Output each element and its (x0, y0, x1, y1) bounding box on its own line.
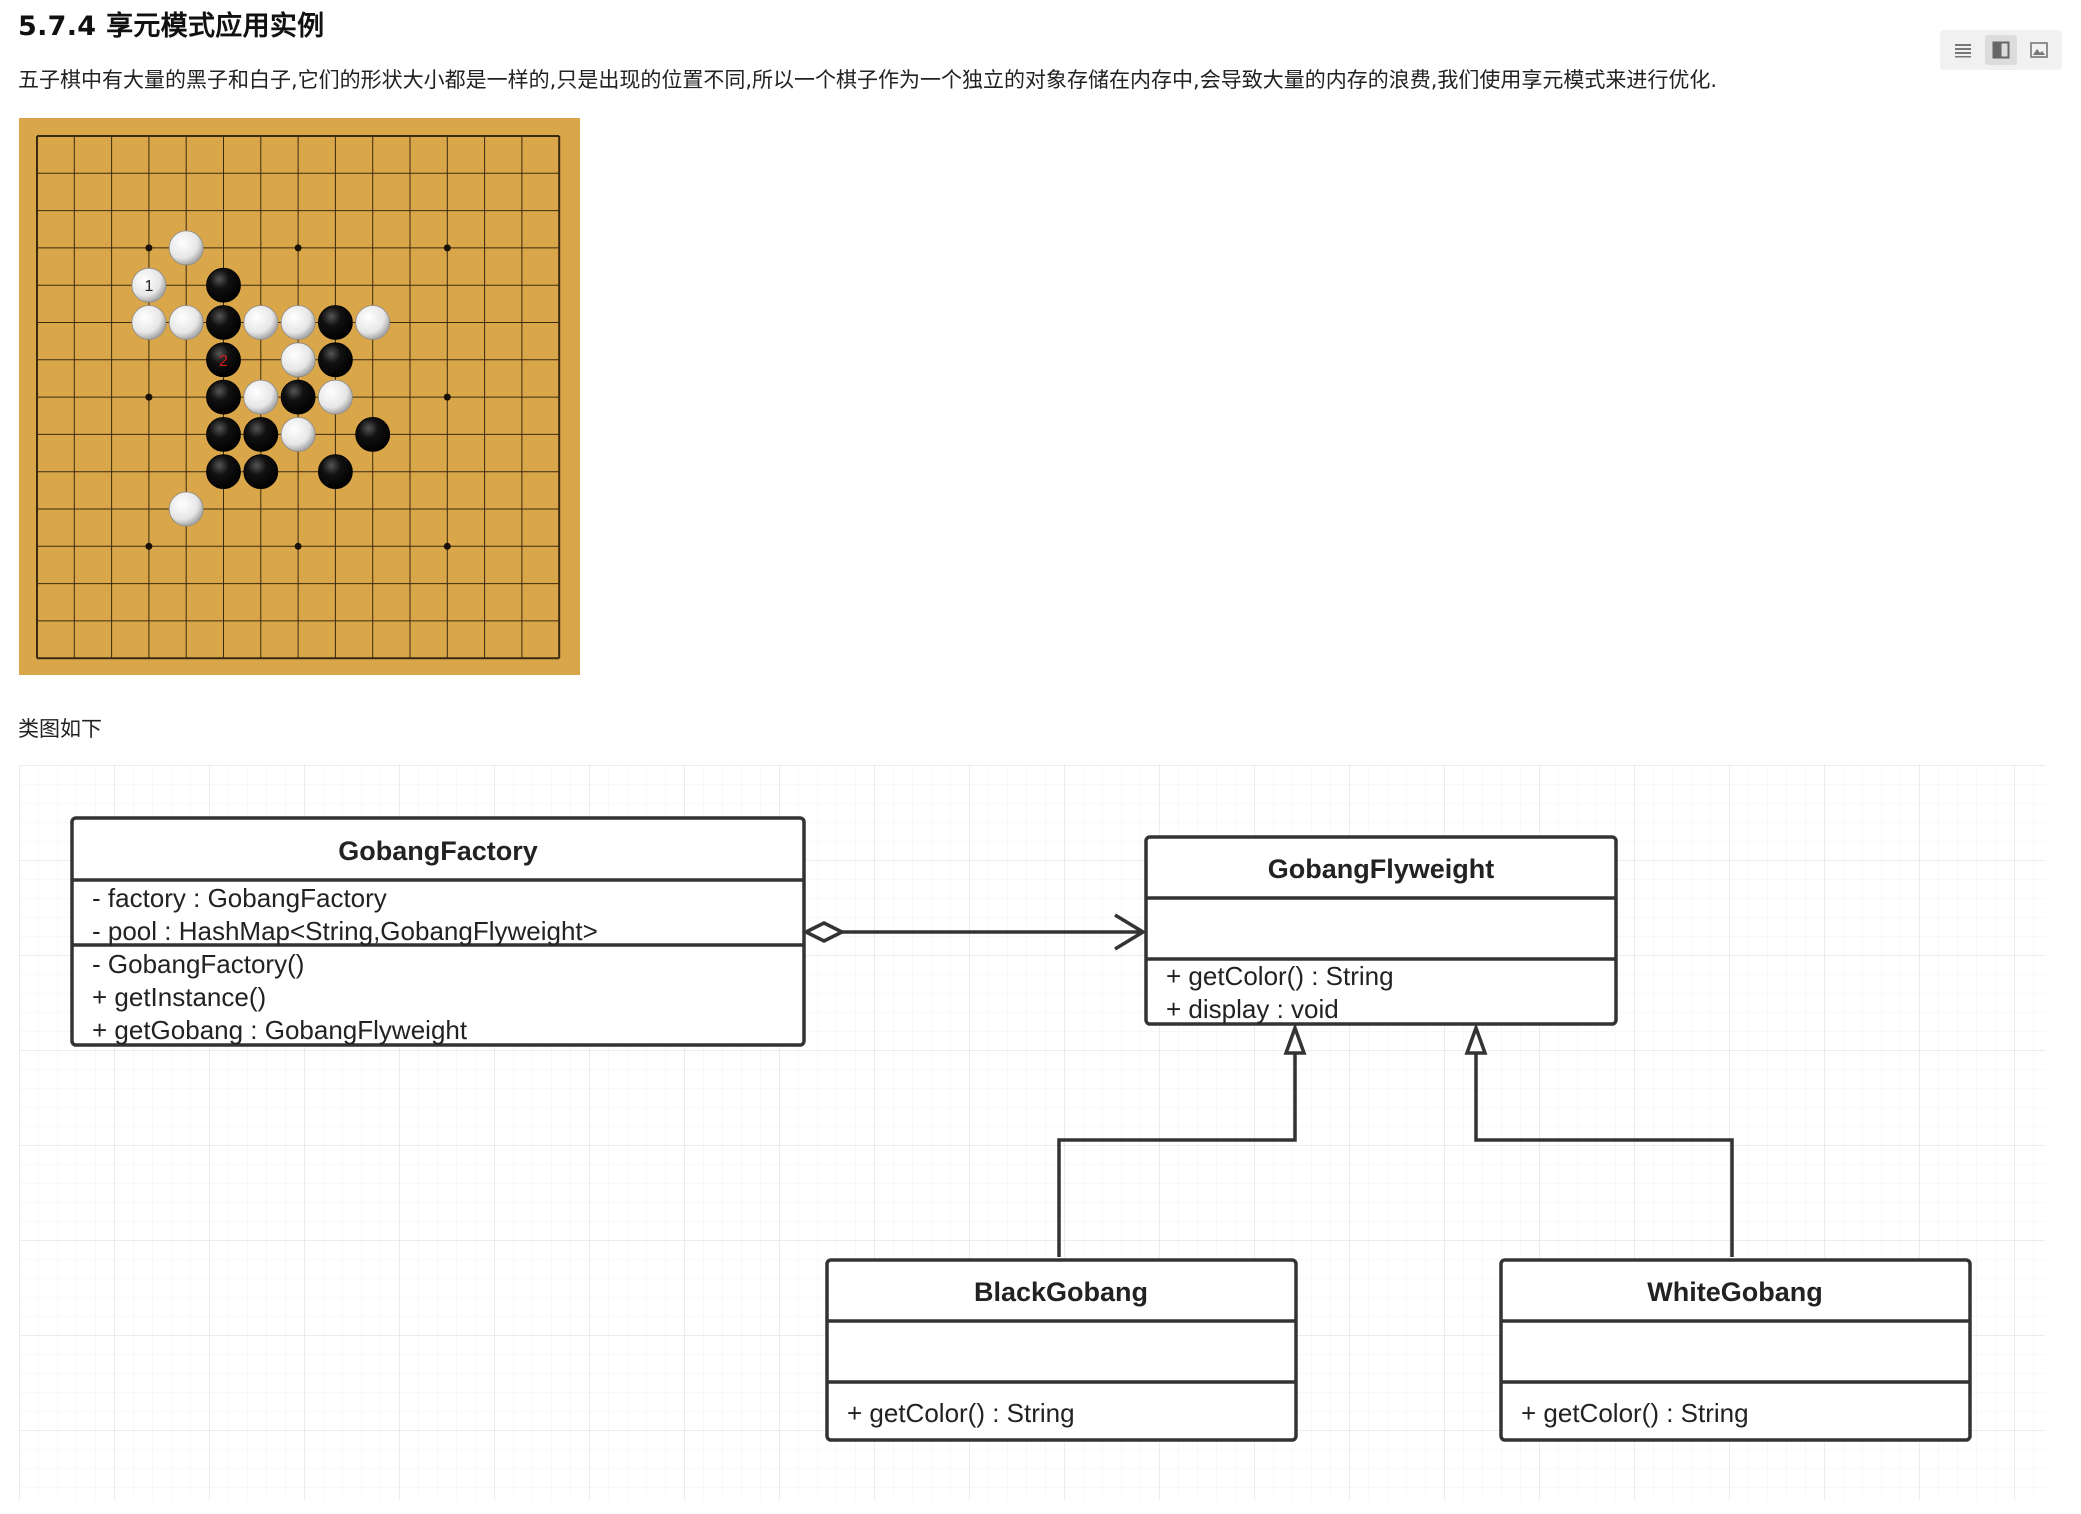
white-stone (168, 230, 204, 266)
star-point (294, 244, 302, 252)
attribute-factory: - factory : GobangFactory (92, 883, 387, 913)
star-point (145, 542, 153, 550)
image-icon (2030, 42, 2048, 58)
gobang-board-image: 12 (19, 118, 580, 675)
black-stone (280, 379, 316, 415)
list-icon (1955, 44, 1971, 58)
method-get-color: + getColor() : String (847, 1398, 1075, 1428)
stone-move-number: 1 (144, 278, 153, 295)
class-gobang-flyweight: GobangFlyweight + getColor() : String + … (1144, 835, 1618, 1026)
star-point (145, 393, 153, 401)
star-point (443, 393, 451, 401)
gobang-board: 12 (19, 118, 580, 675)
class-black-gobang: BlackGobang + getColor() : String (825, 1258, 1298, 1442)
class-name-black-gobang: BlackGobang (974, 1277, 1148, 1307)
image-view-button[interactable] (2023, 35, 2055, 65)
white-stone (280, 416, 316, 452)
class-gobang-factory: GobangFactory - factory : GobangFactory … (70, 816, 806, 1047)
class-name-gobang-factory: GobangFactory (338, 836, 538, 866)
class-white-gobang: WhiteGobang + getColor() : String (1499, 1258, 1972, 1442)
black-stone (206, 267, 241, 303)
black-stone (243, 416, 279, 452)
attribute-pool: - pool : HashMap<String,GobangFlyweight> (92, 916, 598, 946)
method-get-color: + getColor() : String (1166, 961, 1394, 991)
black-stone (206, 454, 241, 490)
white-stone (243, 379, 279, 415)
black-stone (317, 454, 353, 490)
description-paragraph: 五子棋中有大量的黑子和白子,它们的形状大小都是一样的,只是出现的位置不同,所以一… (18, 68, 1718, 92)
white-stone (168, 491, 204, 527)
black-stone (206, 416, 241, 452)
stone-move-number: 2 (219, 353, 228, 370)
black-stone (317, 305, 353, 340)
white-stone (168, 305, 204, 340)
white-stone (243, 305, 279, 340)
section-heading: 5.7.4 享元模式应用实例 (18, 11, 325, 42)
split-view-button[interactable] (1985, 35, 2017, 65)
black-stone (206, 379, 241, 415)
method-get-color: + getColor() : String (1521, 1398, 1749, 1428)
uml-class-diagram: GobangFactory - factory : GobangFactory … (19, 765, 2045, 1500)
star-point (443, 244, 451, 252)
white-stone (280, 305, 316, 340)
black-stone (243, 454, 279, 490)
white-stone (317, 379, 353, 415)
class-name-white-gobang: WhiteGobang (1647, 1277, 1822, 1307)
method-get-gobang: + getGobang : GobangFlyweight (92, 1015, 468, 1045)
star-point (294, 542, 302, 550)
white-stone (131, 305, 167, 340)
method-get-instance: + getInstance() (92, 982, 266, 1012)
star-point (145, 244, 153, 252)
view-mode-toolbar (1940, 30, 2062, 70)
black-stone (206, 305, 241, 340)
black-stone (317, 342, 353, 378)
method-display: + display : void (1166, 994, 1339, 1024)
white-stone (355, 305, 391, 340)
class-name-gobang-flyweight: GobangFlyweight (1268, 854, 1495, 884)
split-view-icon (1992, 41, 2010, 59)
star-point (443, 542, 451, 550)
black-stone (355, 416, 391, 452)
list-view-button[interactable] (1947, 35, 1979, 65)
diagram-caption: 类图如下 (18, 717, 102, 741)
method-constructor: - GobangFactory() (92, 949, 304, 979)
white-stone (280, 342, 316, 378)
